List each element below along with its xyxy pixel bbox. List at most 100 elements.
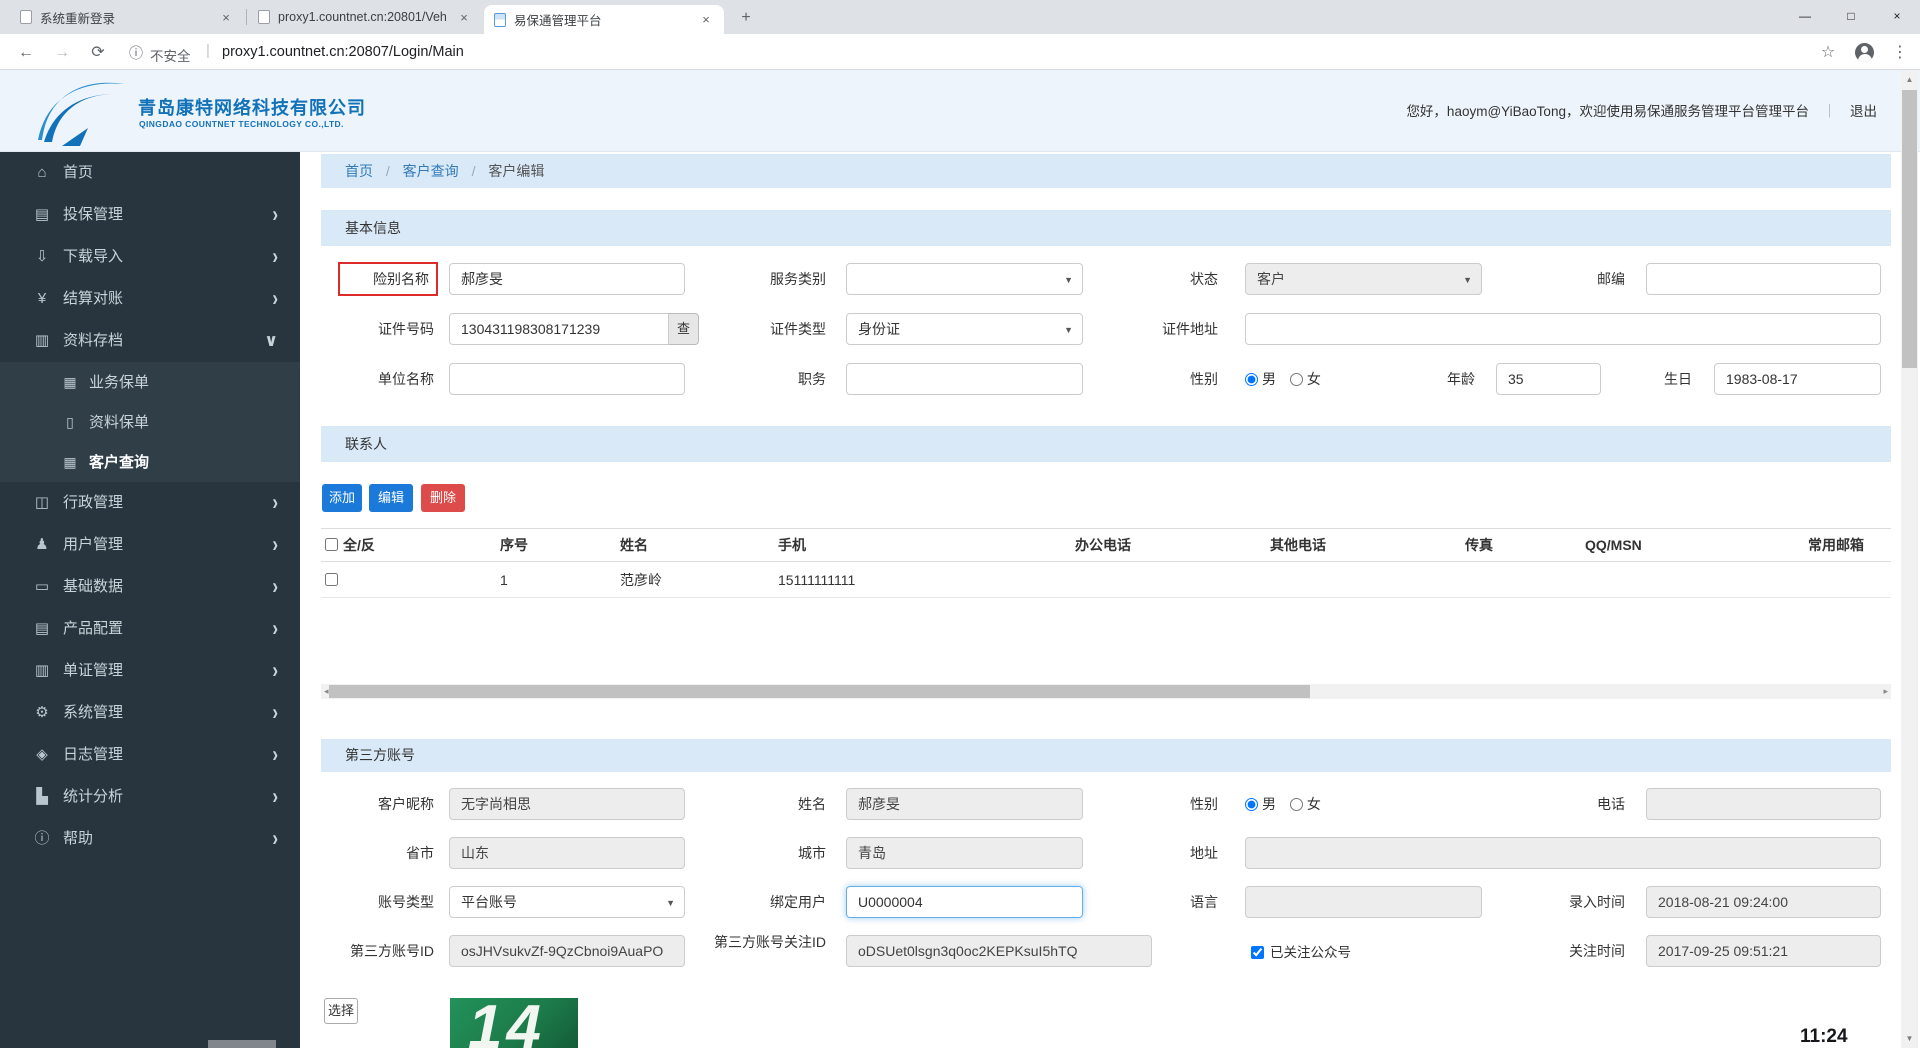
sidebar-item-archive[interactable]: ▥ 资料存档 ∨ xyxy=(0,320,300,362)
browser-tab-1[interactable]: 系统重新登录 × xyxy=(10,0,244,34)
scroll-right-icon[interactable]: ▸ xyxy=(1883,684,1888,699)
add-contact-button[interactable]: 添加 xyxy=(322,484,362,512)
sidebar-subitem-customer-query[interactable]: ▦ 客户查询 xyxy=(0,442,300,482)
postcode-input[interactable] xyxy=(1646,263,1881,295)
sidebar-item-user-mgmt[interactable]: ♟ 用户管理 › xyxy=(0,524,300,566)
bound-user-label: 绑定用户 xyxy=(770,894,826,910)
sidebar-item-log-mgmt[interactable]: ◈ 日志管理 › xyxy=(0,734,300,776)
profile-icon[interactable] xyxy=(1855,43,1874,62)
scroll-left-icon[interactable]: ◂ xyxy=(324,684,329,699)
window-minimize-button[interactable]: — xyxy=(1782,0,1828,32)
security-label[interactable]: 不安全 xyxy=(150,45,191,65)
forward-icon[interactable]: → xyxy=(50,41,74,65)
follow-id-input[interactable]: oDSUet0lsgn3q0oc2KEPKsuI5hTQ xyxy=(846,935,1152,967)
window-maximize-button[interactable]: □ xyxy=(1828,0,1874,32)
row-checkbox[interactable] xyxy=(325,573,338,586)
status-select[interactable]: 客户 ▼ xyxy=(1245,263,1482,295)
section-title-third-party: 第三方账号 xyxy=(321,739,1891,772)
gender-male-label: 男 xyxy=(1262,371,1276,387)
tab-close-icon[interactable]: × xyxy=(698,12,714,27)
entry-time-input[interactable]: 2018-08-21 09:24:00 xyxy=(1646,886,1881,918)
sidebar-item-certificate-mgmt[interactable]: ▥ 单证管理 › xyxy=(0,650,300,692)
sidebar-item-help[interactable]: ⓘ 帮助 › xyxy=(0,818,300,860)
breadcrumb-home[interactable]: 首页 xyxy=(345,163,373,179)
browser-menu-icon[interactable]: ⋮ xyxy=(1888,41,1912,65)
age-input[interactable]: 35 xyxy=(1496,363,1601,395)
sidebar-subitem-data-policy[interactable]: ▯ 资料保单 xyxy=(0,402,300,442)
job-input[interactable] xyxy=(846,363,1083,395)
gender-female-radio[interactable] xyxy=(1289,798,1303,811)
select-image-button[interactable]: 选择 xyxy=(324,998,358,1024)
scrollbar-thumb[interactable] xyxy=(1902,90,1917,368)
language-label: 语言 xyxy=(1190,894,1218,910)
third-id-input[interactable]: osJHVsukvZf-9QzCbnoi9AuaPO xyxy=(449,935,685,967)
gender-male-radio[interactable] xyxy=(1245,373,1258,386)
chart-icon: ▙ xyxy=(36,788,48,805)
third-name-input[interactable]: 郝彦旻 xyxy=(846,788,1083,820)
sidebar-item-download-import[interactable]: ⇩ 下载导入 › xyxy=(0,236,300,278)
sidebar-item-statistics[interactable]: ▙ 统计分析 › xyxy=(0,776,300,818)
select-all-checkbox[interactable] xyxy=(325,538,338,551)
breadcrumb-customer-query[interactable]: 客户查询 xyxy=(403,163,459,179)
tab-close-icon[interactable]: × xyxy=(456,10,472,25)
gender-female-label: 女 xyxy=(1306,796,1321,812)
tab-title: proxy1.countnet.cn:20801/Veh xyxy=(278,10,447,24)
gender-male-radio[interactable] xyxy=(1245,798,1258,811)
service-type-select[interactable]: ▼ xyxy=(846,263,1083,295)
info-icon[interactable]: ⓘ xyxy=(124,41,148,65)
section-title-basic-info: 基本信息 xyxy=(321,210,1891,246)
company-name-input[interactable] xyxy=(449,363,685,395)
window-close-button[interactable]: × xyxy=(1874,0,1920,32)
id-address-input[interactable] xyxy=(1245,313,1881,345)
phone-input[interactable] xyxy=(1646,788,1881,820)
dropdown-icon: ▼ xyxy=(1064,325,1073,335)
sidebar-item-policy-mgmt[interactable]: ▤ 投保管理 › xyxy=(0,194,300,236)
sidebar-scrollbar-thumb[interactable] xyxy=(208,1040,276,1048)
scrollbar-thumb[interactable] xyxy=(329,685,1310,698)
sidebar-item-home[interactable]: ⌂ 首页 xyxy=(0,152,300,194)
language-input[interactable] xyxy=(1245,886,1482,918)
chevron-down-icon: ∨ xyxy=(264,331,278,350)
id-type-select[interactable]: 身份证 ▼ xyxy=(846,313,1083,345)
scroll-down-icon[interactable]: ▼ xyxy=(1901,1034,1918,1043)
bound-user-input[interactable]: U0000004 xyxy=(846,886,1083,918)
contacts-horizontal-scrollbar[interactable]: ◂ ▸ xyxy=(321,684,1891,699)
tab-close-icon[interactable]: × xyxy=(218,10,234,25)
back-icon[interactable]: ← xyxy=(14,41,38,65)
page-vertical-scrollbar[interactable]: ▲ ▼ xyxy=(1901,70,1918,1048)
city-input[interactable]: 青岛 xyxy=(846,837,1083,869)
sidebar-item-system-mgmt[interactable]: ⚙ 系统管理 › xyxy=(0,692,300,734)
browser-tab-2[interactable]: proxy1.countnet.cn:20801/Veh × xyxy=(248,0,482,34)
url-text[interactable]: proxy1.countnet.cn:20807/Login/Main xyxy=(222,44,464,60)
table-row[interactable] xyxy=(321,562,1891,598)
insurance-name-input[interactable]: 郝彦旻 xyxy=(449,263,685,295)
province-input[interactable]: 山东 xyxy=(449,837,685,869)
browser-tab-active[interactable]: 易保通管理平台 × xyxy=(484,5,724,34)
document-icon: ▤ xyxy=(34,206,50,223)
address-input[interactable] xyxy=(1245,837,1881,869)
gear-icon: ⚙ xyxy=(35,704,49,721)
sidebar: ⌂ 首页 ▤ 投保管理 › ⇩ 下载导入 › ¥ 结算对账 › ▥ 资料存档 ∨ ▦ 业务保… xyxy=(0,152,300,1048)
edit-contact-button[interactable]: 编辑 xyxy=(369,484,413,512)
gender-female-radio[interactable] xyxy=(1289,373,1303,386)
birthday-label: 生日 xyxy=(1664,371,1692,387)
page-icon xyxy=(20,10,32,24)
nickname-input[interactable]: 无字尚相思 xyxy=(449,788,685,820)
id-number-input[interactable]: 130431198308171239 xyxy=(449,313,669,345)
sidebar-item-product-config[interactable]: ▤ 产品配置 › xyxy=(0,608,300,650)
logout-link[interactable]: 退出 xyxy=(1850,104,1877,119)
followed-checkbox[interactable] xyxy=(1251,946,1264,959)
new-tab-button[interactable]: + xyxy=(734,6,758,30)
reload-icon[interactable]: ⟳ xyxy=(86,41,110,65)
delete-contact-button[interactable]: 删除 xyxy=(421,484,465,512)
scroll-up-icon[interactable]: ▲ xyxy=(1901,75,1918,84)
bookmark-star-icon[interactable]: ☆ xyxy=(1816,41,1840,65)
sidebar-item-base-data[interactable]: ▭ 基础数据 › xyxy=(0,566,300,608)
sidebar-item-settlement[interactable]: ¥ 结算对账 › xyxy=(0,278,300,320)
sidebar-item-admin[interactable]: ◫ 行政管理 › xyxy=(0,482,300,524)
birthday-input[interactable]: 1983-08-17 xyxy=(1714,363,1881,395)
account-type-select[interactable]: 平台账号 ▼ xyxy=(449,886,685,918)
sidebar-subitem-business-policy[interactable]: ▦ 业务保单 xyxy=(0,362,300,402)
entry-time-label: 录入时间 xyxy=(1569,894,1625,910)
follow-time-input[interactable]: 2017-09-25 09:51:21 xyxy=(1646,935,1881,967)
